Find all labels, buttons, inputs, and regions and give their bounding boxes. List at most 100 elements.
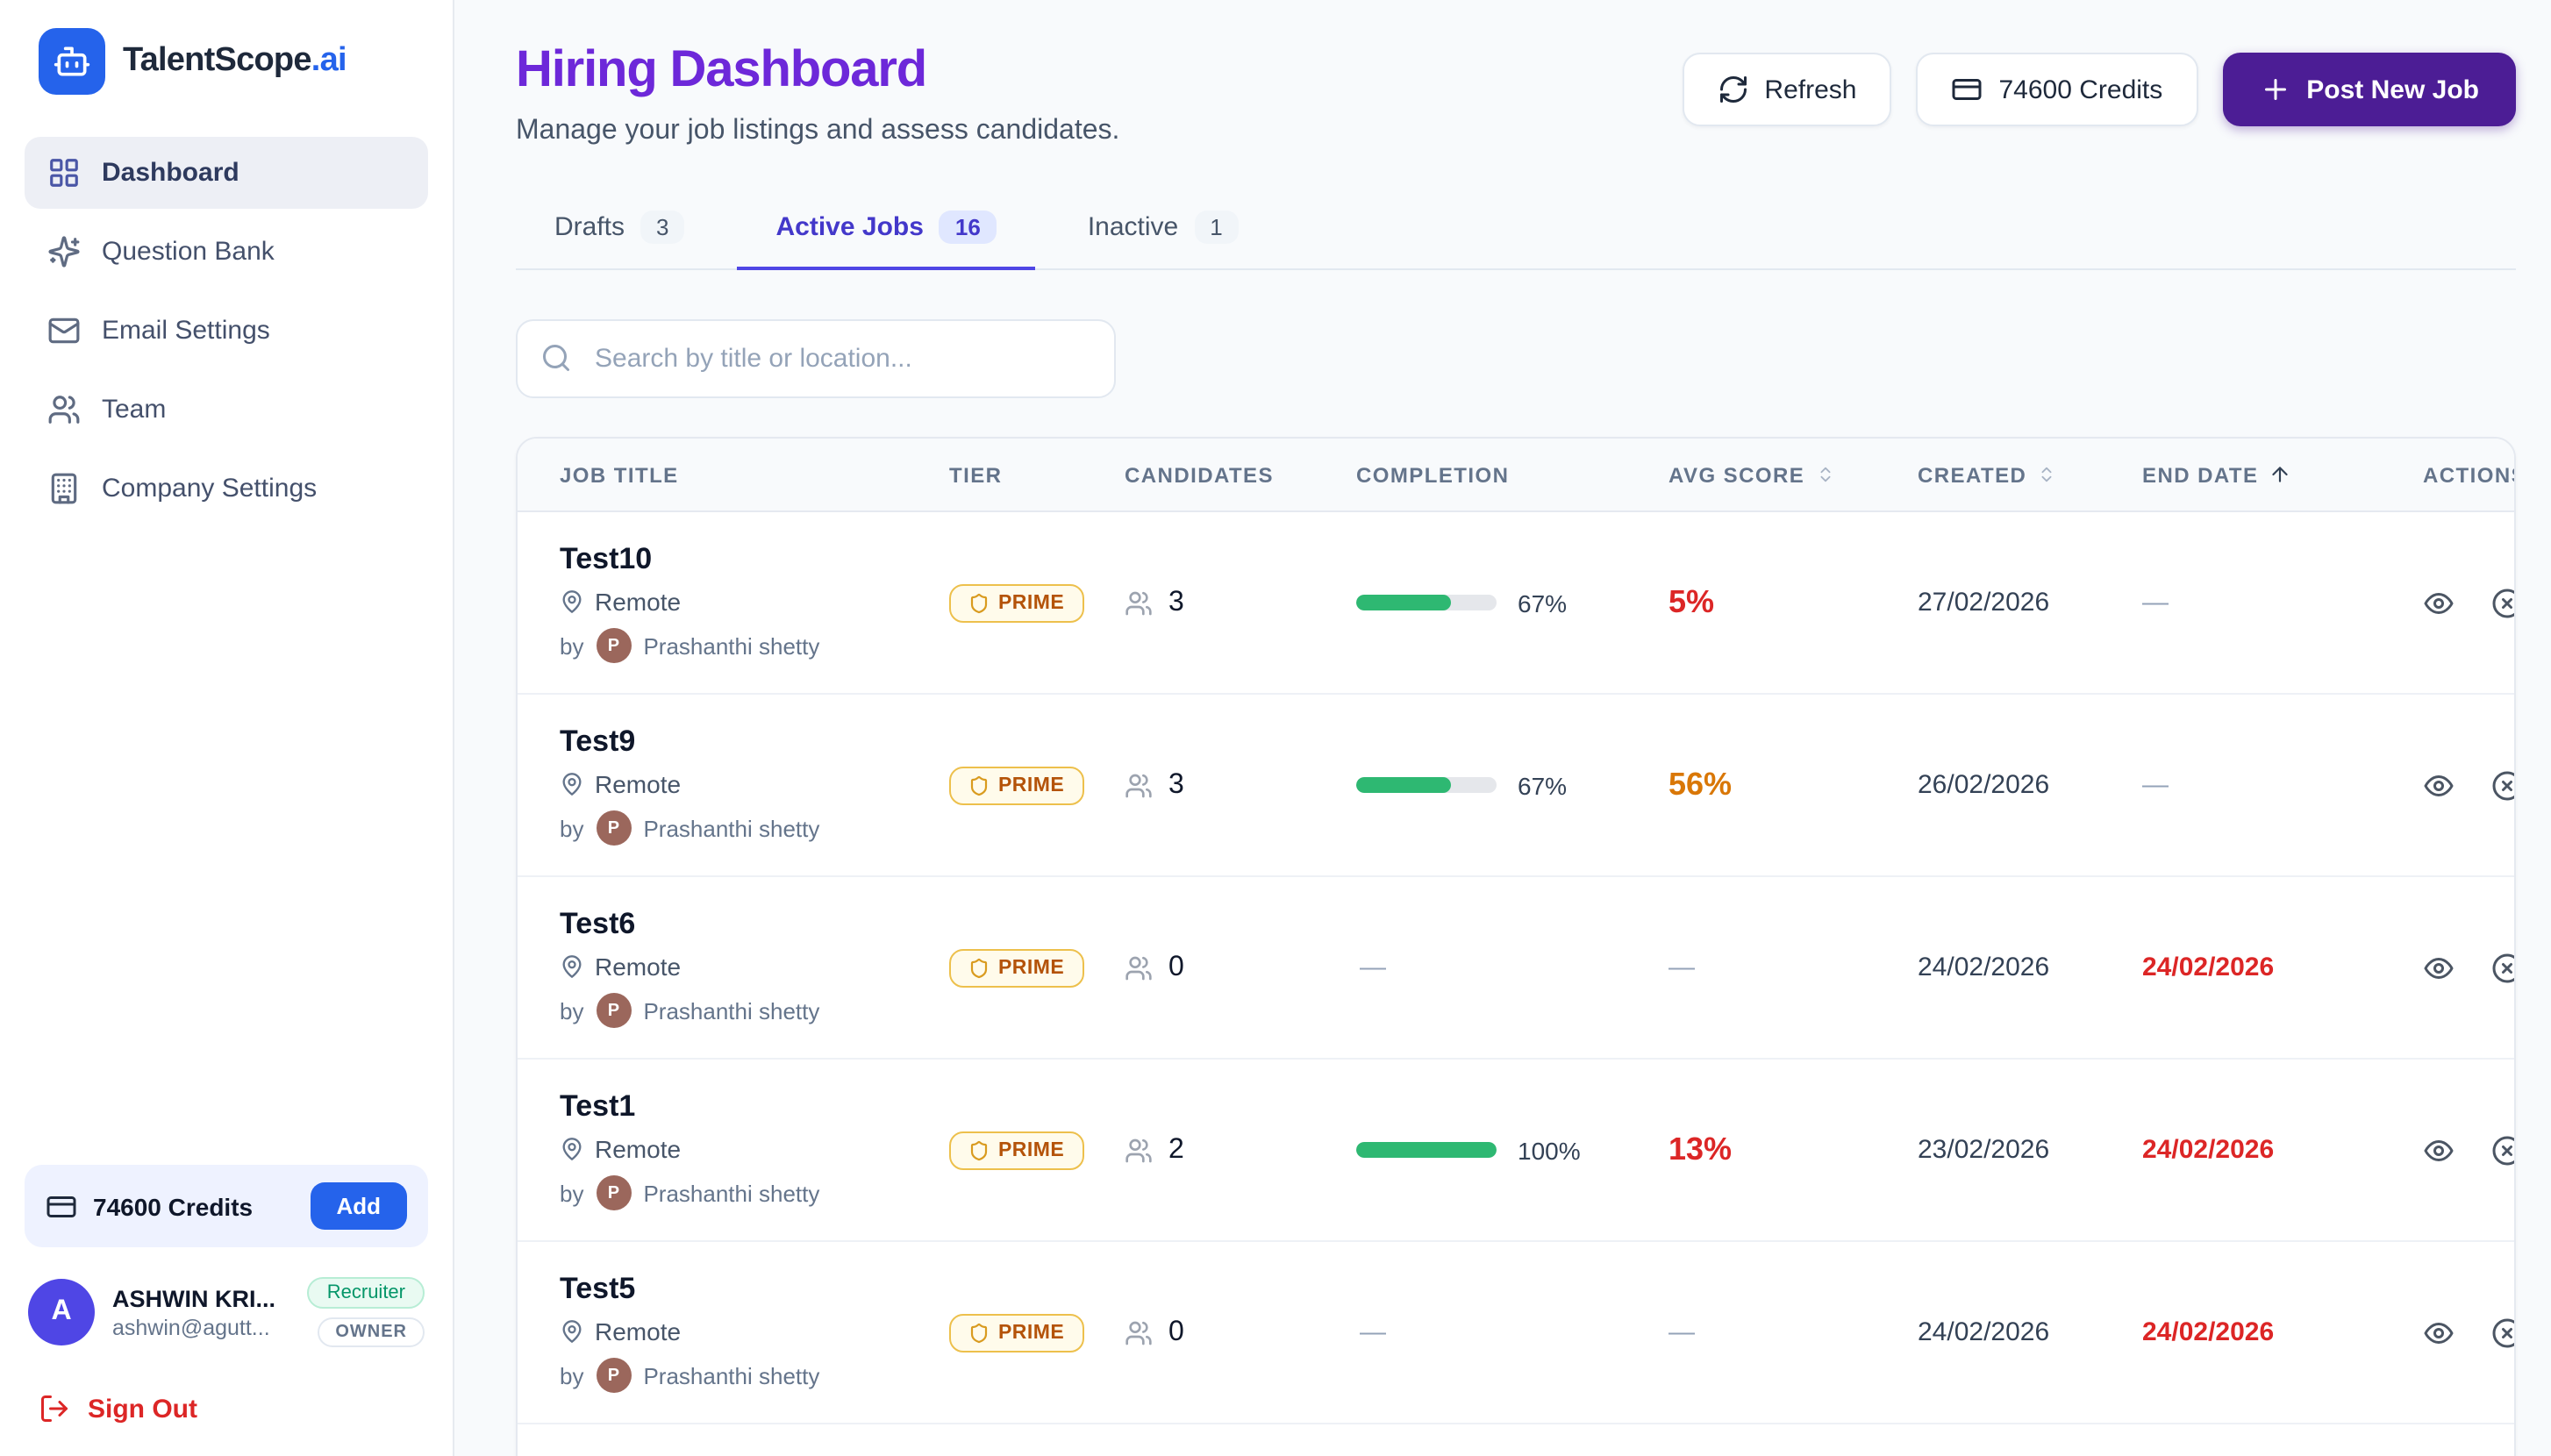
candidates-cell: 3 bbox=[1125, 769, 1356, 801]
close-job-button[interactable] bbox=[2491, 952, 2516, 983]
close-job-button[interactable] bbox=[2491, 769, 2516, 801]
user-profile[interactable]: A ASHWIN KRI... ashwin@agutt... Recruite… bbox=[25, 1277, 428, 1347]
tab-bar: Drafts 3 Active Jobs 16 Inactive 1 bbox=[516, 193, 2516, 270]
grid-icon bbox=[47, 156, 81, 189]
users-icon bbox=[1125, 1318, 1153, 1346]
avg-score: 5% bbox=[1669, 584, 1714, 619]
app: TalentScope.ai Dashboard Question Bank E… bbox=[0, 0, 2551, 1456]
refresh-label: Refresh bbox=[1764, 75, 1856, 104]
user-badges: Recruiter OWNER bbox=[308, 1277, 425, 1347]
completion-cell: — bbox=[1356, 953, 1669, 982]
view-button[interactable] bbox=[2423, 769, 2455, 801]
shield-icon bbox=[968, 592, 990, 613]
job-location: Remote bbox=[595, 770, 681, 798]
column-avg-score[interactable]: AVG SCORE bbox=[1669, 462, 1918, 487]
brand-name: TalentScope.ai bbox=[123, 42, 347, 81]
sidebar-item-label: Company Settings bbox=[102, 474, 317, 503]
tab-inactive[interactable]: Inactive 1 bbox=[1049, 193, 1277, 270]
completion-cell: 67% bbox=[1356, 771, 1669, 799]
completion-cell: 100% bbox=[1356, 1136, 1669, 1164]
completion-percent: 100% bbox=[1518, 1136, 1581, 1164]
completion-percent: 67% bbox=[1518, 589, 1567, 617]
refresh-icon bbox=[1717, 74, 1748, 105]
view-button[interactable] bbox=[2423, 952, 2455, 983]
by-label: by bbox=[560, 632, 583, 659]
users-icon bbox=[47, 393, 81, 426]
user-email: ashwin@agutt... bbox=[112, 1315, 275, 1339]
tab-label: Drafts bbox=[554, 212, 625, 242]
end-date-cell: 24/02/2026 bbox=[2142, 1317, 2423, 1348]
job-title[interactable]: Test10 bbox=[560, 542, 949, 577]
view-button[interactable] bbox=[2423, 1317, 2455, 1348]
sort-icon bbox=[2037, 465, 2056, 484]
end-date-cell: 24/02/2026 bbox=[2142, 1134, 2423, 1166]
sidebar-nav: Dashboard Question Bank Email Settings T… bbox=[25, 137, 428, 525]
created-cell: 23/02/2026 bbox=[1918, 1134, 2142, 1166]
post-new-job-button[interactable]: Post New Job bbox=[2222, 53, 2516, 126]
job-location: Remote bbox=[595, 588, 681, 616]
column-created[interactable]: CREATED bbox=[1918, 462, 2142, 487]
job-title[interactable]: Test5 bbox=[560, 1272, 949, 1307]
column-completion: COMPLETION bbox=[1356, 462, 1669, 487]
shield-icon bbox=[968, 1322, 990, 1343]
completion-bar bbox=[1356, 777, 1497, 793]
end-date-cell: — bbox=[2142, 769, 2423, 801]
tab-active-jobs[interactable]: Active Jobs 16 bbox=[738, 193, 1035, 270]
user-avatar: A bbox=[28, 1279, 95, 1345]
view-button[interactable] bbox=[2423, 1134, 2455, 1166]
tab-drafts[interactable]: Drafts 3 bbox=[516, 193, 724, 270]
job-title[interactable]: Test9 bbox=[560, 724, 949, 760]
sidebar-item-dashboard[interactable]: Dashboard bbox=[25, 137, 428, 209]
actions-cell bbox=[2423, 769, 2516, 801]
close-job-button[interactable] bbox=[2491, 1317, 2516, 1348]
search-input[interactable] bbox=[516, 319, 1116, 398]
tier-badge: PRIME bbox=[949, 1313, 1083, 1352]
tier-badge: PRIME bbox=[949, 948, 1083, 987]
eye-icon bbox=[2423, 1134, 2455, 1166]
map-pin-icon bbox=[560, 1319, 584, 1344]
job-title[interactable]: Test6 bbox=[560, 907, 949, 942]
sidebar-item-email-settings[interactable]: Email Settings bbox=[25, 295, 428, 367]
avg-score-cell: 13% bbox=[1669, 1131, 1918, 1168]
sidebar-item-question-bank[interactable]: Question Bank bbox=[25, 216, 428, 288]
sidebar-item-label: Email Settings bbox=[102, 316, 270, 346]
column-end-date[interactable]: END DATE bbox=[2142, 462, 2423, 487]
avg-score: 56% bbox=[1669, 767, 1732, 802]
end-date: — bbox=[2142, 587, 2169, 617]
job-cell: Test6 Remote byPPrashanthi shetty bbox=[560, 907, 949, 1028]
view-button[interactable] bbox=[2423, 587, 2455, 618]
completion-bar bbox=[1356, 595, 1497, 610]
candidates-count: 3 bbox=[1168, 769, 1184, 801]
column-tier: TIER bbox=[949, 462, 1125, 487]
table-row: Test10 Remote byPPrashanthi shetty PRIME… bbox=[518, 512, 2514, 695]
owner-avatar: P bbox=[596, 1175, 631, 1210]
add-credits-button[interactable]: Add bbox=[310, 1182, 407, 1230]
sidebar-item-team[interactable]: Team bbox=[25, 374, 428, 446]
tier-cell: PRIME bbox=[949, 1131, 1125, 1169]
completion-cell: — bbox=[1356, 1317, 1669, 1347]
avg-score-cell: — bbox=[1669, 952, 1918, 983]
by-label: by bbox=[560, 815, 583, 841]
credits-card: 74600 Credits Add bbox=[25, 1165, 428, 1247]
actions-cell bbox=[2423, 1317, 2516, 1348]
actions-cell bbox=[2423, 1134, 2516, 1166]
sign-out-button[interactable]: Sign Out bbox=[25, 1386, 211, 1431]
sidebar-item-label: Question Bank bbox=[102, 237, 275, 267]
credits-button[interactable]: 74600 Credits bbox=[1916, 53, 2197, 126]
circle-x-icon bbox=[2491, 952, 2516, 983]
sidebar-item-company-settings[interactable]: Company Settings bbox=[25, 453, 428, 525]
users-icon bbox=[1125, 1136, 1153, 1164]
refresh-button[interactable]: Refresh bbox=[1682, 53, 1891, 126]
header-actions: Refresh 74600 Credits Post New Job bbox=[1682, 53, 2516, 126]
page-header: Hiring Dashboard Manage your job listing… bbox=[516, 42, 2516, 147]
table-row: Test5 Remote byPPrashanthi shetty PRIME … bbox=[518, 1242, 2514, 1424]
tier-cell: PRIME bbox=[949, 1313, 1125, 1352]
logout-icon bbox=[39, 1393, 70, 1424]
close-job-button[interactable] bbox=[2491, 1134, 2516, 1166]
plus-icon bbox=[2259, 74, 2290, 105]
job-title[interactable]: Test1 bbox=[560, 1089, 949, 1124]
table-row-partial bbox=[518, 1424, 2514, 1456]
close-job-button[interactable] bbox=[2491, 587, 2516, 618]
owner-avatar: P bbox=[596, 1358, 631, 1393]
tab-count-badge: 1 bbox=[1194, 211, 1238, 244]
